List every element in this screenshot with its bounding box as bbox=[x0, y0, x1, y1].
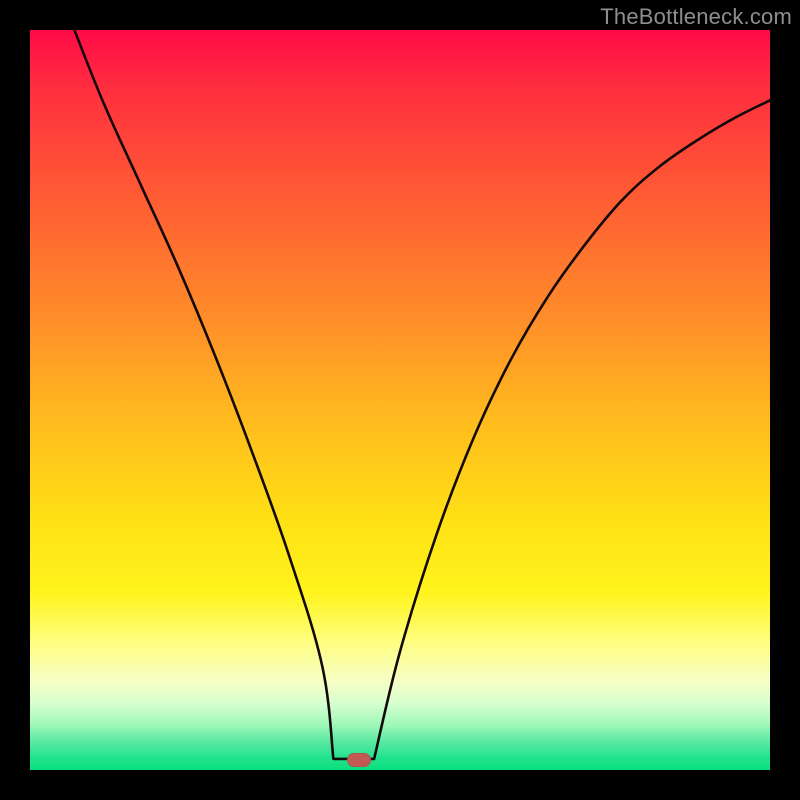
watermark-text: TheBottleneck.com bbox=[600, 4, 792, 30]
optimum-marker bbox=[347, 753, 371, 767]
bottleneck-curve bbox=[74, 30, 770, 759]
chart-frame: TheBottleneck.com bbox=[0, 0, 800, 800]
plot-area bbox=[30, 30, 770, 770]
curve-svg bbox=[30, 30, 770, 770]
